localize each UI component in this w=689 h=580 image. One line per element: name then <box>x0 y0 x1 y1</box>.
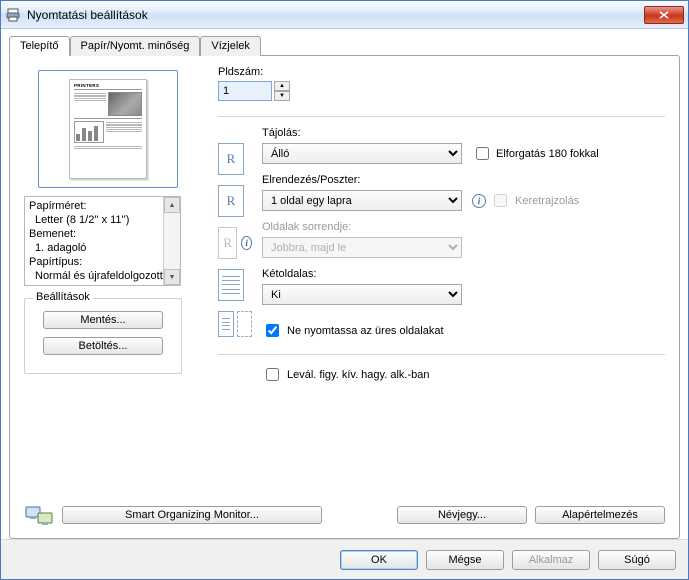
frame-checkbox <box>494 194 507 207</box>
settings-summary-text: Papírméret: Letter (8 1/2'' x 11'') Beme… <box>25 197 163 285</box>
duplex-select[interactable]: Ki <box>262 284 462 305</box>
tab-page-setup: PRINTERS <box>9 55 680 539</box>
tab-watermarks[interactable]: Vízjelek <box>200 36 261 56</box>
ok-button[interactable]: OK <box>340 550 418 570</box>
paper-size-label: Papírméret: <box>29 199 161 213</box>
cancel-button[interactable]: Mégse <box>426 550 504 570</box>
page-order-select: Jobbra, majd le <box>262 237 462 258</box>
paper-type-value: Normál és újrafeldolgozott <box>29 269 161 283</box>
left-column: PRINTERS <box>24 66 192 528</box>
preview-page: PRINTERS <box>69 79 147 179</box>
right-column: Pldszám: ▲ ▼ R R R i <box>192 66 665 528</box>
skip-blank-label: Ne nyomtassa az üres oldalakat <box>287 325 444 337</box>
close-button[interactable] <box>644 6 684 24</box>
watermark-label: Vízjel: <box>29 283 161 285</box>
orientation-label: Tájolás: <box>262 127 665 139</box>
input-tray-value: 1. adagoló <box>29 241 161 255</box>
smart-organizing-monitor-button[interactable]: Smart Organizing Monitor... <box>62 506 322 524</box>
skip-blank-thumb-b <box>237 311 252 337</box>
letterhead-checkbox[interactable] <box>266 368 279 381</box>
copies-spin-up[interactable]: ▲ <box>274 81 290 91</box>
preview-box: PRINTERS <box>38 70 178 188</box>
thumb-column: R R R i <box>218 127 252 350</box>
window-title: Nyomtatási beállítások <box>27 8 644 22</box>
scroll-up-icon[interactable]: ▲ <box>164 197 180 213</box>
copies-label: Pldszám: <box>218 66 665 78</box>
settings-summary: Papírméret: Letter (8 1/2'' x 11'') Beme… <box>24 196 181 286</box>
layout-thumb: R <box>218 185 244 217</box>
orientation-select[interactable]: Álló <box>262 143 462 164</box>
paper-size-value: Letter (8 1/2'' x 11'') <box>29 213 161 227</box>
duplex-thumb <box>218 269 244 301</box>
copies-spinner[interactable]: ▲ ▼ <box>274 81 290 101</box>
page-order-label: Oldalak sorrendje: <box>262 221 665 233</box>
tab-paper-quality[interactable]: Papír/Nyomt. minőség <box>70 36 201 56</box>
content: Telepítő Papír/Nyomt. minőség Vízjelek P… <box>1 29 688 539</box>
dialog-footer: OK Mégse Alkalmaz Súgó <box>1 539 688 579</box>
about-button[interactable]: Névjegy... <box>397 506 527 524</box>
layout-select[interactable]: 1 oldal egy lapra <box>262 190 462 211</box>
duplex-label: Kétoldalas: <box>262 268 665 280</box>
preview-masthead: PRINTERS <box>74 83 142 90</box>
printer-icon <box>5 7 21 23</box>
preview-image-icon <box>108 92 142 116</box>
dialog-window: Nyomtatási beállítások Telepítő Papír/Ny… <box>0 0 689 580</box>
info-icon: i <box>241 236 252 250</box>
info-icon: i <box>472 194 486 208</box>
copies-input[interactable] <box>218 81 272 101</box>
summary-scrollbar[interactable]: ▲ ▼ <box>163 197 180 285</box>
titlebar: Nyomtatási beállítások <box>1 1 688 29</box>
settings-group: Beállítások Mentés... Betöltés... <box>24 298 182 374</box>
monitor-icon <box>24 502 54 528</box>
letterhead-label: Levál. figy. kív. hagy. alk.-ban <box>287 369 429 381</box>
help-button[interactable]: Súgó <box>598 550 676 570</box>
tab-strip: Telepítő Papír/Nyomt. minőség Vízjelek <box>9 36 680 56</box>
paper-type-label: Papírtípus: <box>29 255 161 269</box>
order-thumb: R <box>218 227 237 259</box>
rotate-180-label: Elforgatás 180 fokkal <box>496 148 599 160</box>
load-settings-button[interactable]: Betöltés... <box>43 337 163 355</box>
copies-spin-down[interactable]: ▼ <box>274 91 290 101</box>
scroll-down-icon[interactable]: ▼ <box>164 269 180 285</box>
save-settings-button[interactable]: Mentés... <box>43 311 163 329</box>
preview-chart-icon <box>74 121 104 143</box>
defaults-button[interactable]: Alapértelmezés <box>535 506 665 524</box>
rotate-180-checkbox[interactable] <box>476 147 489 160</box>
bottom-button-row: Smart Organizing Monitor... Névjegy... A… <box>24 498 665 528</box>
skip-blank-thumb-a <box>218 311 234 337</box>
apply-button: Alkalmaz <box>512 550 590 570</box>
skip-blank-checkbox[interactable] <box>266 324 279 337</box>
settings-legend: Beállítások <box>33 291 93 303</box>
frame-label: Keretrajzolás <box>515 195 579 207</box>
orientation-thumb: R <box>218 143 244 175</box>
tab-setup[interactable]: Telepítő <box>9 36 70 56</box>
layout-label: Elrendezés/Poszter: <box>262 174 665 186</box>
input-tray-label: Bemenet: <box>29 227 161 241</box>
